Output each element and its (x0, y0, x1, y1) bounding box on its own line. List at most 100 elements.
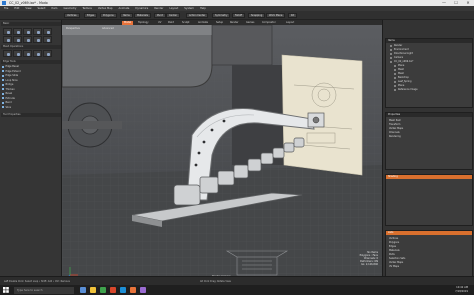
action-center-button[interactable]: Action Center (186, 13, 209, 18)
center-mode-button[interactable]: Center (166, 13, 181, 18)
menu-item[interactable]: Item (52, 7, 58, 10)
menu-layout[interactable]: Layout (169, 7, 178, 10)
element-move-icon[interactable] (43, 36, 52, 43)
edge-tools-header[interactable]: Edge Tools (1, 60, 61, 64)
extrude-tool-icon[interactable] (13, 50, 22, 57)
windows-start-icon[interactable] (3, 287, 9, 293)
viewport-view-label[interactable]: Perspective (66, 27, 80, 30)
tab-games[interactable]: Games (244, 21, 256, 25)
visibility-icon[interactable] (394, 84, 396, 87)
menu-texture[interactable]: Texture (82, 7, 92, 10)
list-item[interactable]: Vertex Maps (389, 261, 403, 265)
properties-header[interactable]: Properties (386, 113, 472, 117)
tool-panel-header[interactable]: Basic (1, 22, 61, 26)
symmetry-button[interactable]: Symmetry (212, 13, 231, 18)
scale-tool-icon[interactable] (23, 36, 32, 43)
list-item[interactable]: Materials (389, 249, 400, 253)
items-mode-button[interactable]: Items (120, 13, 133, 18)
taskbar-search-box[interactable]: Type here to search (14, 286, 74, 294)
tab-setup[interactable]: Setup (214, 21, 225, 25)
viewport-scene[interactable] (62, 25, 382, 285)
tree-item[interactable]: Environment (390, 48, 409, 52)
snapping-button[interactable]: Snapping (248, 13, 266, 18)
tree-item[interactable]: Reference Image (394, 88, 418, 92)
menu-vertex-map[interactable]: Vertex Map (98, 7, 113, 10)
app-purple-icon[interactable] (140, 287, 146, 293)
visibility-icon[interactable] (390, 48, 392, 51)
lists-header[interactable]: Lists (386, 231, 472, 235)
sphere-tool-icon[interactable] (13, 28, 22, 35)
tool-extrude[interactable]: Extrude (2, 97, 56, 101)
taskbar-clock[interactable]: 10:42 AM 7/18/2019 (455, 286, 468, 294)
tab-uv[interactable]: UV (156, 21, 163, 25)
tool-slice[interactable]: Slice (2, 106, 56, 110)
list-item[interactable]: Edges (389, 245, 396, 249)
bridge-tool-icon[interactable] (23, 50, 32, 57)
tool-properties-header[interactable]: Tool Properties (1, 113, 61, 117)
visibility-icon[interactable] (394, 88, 396, 91)
visibility-icon[interactable] (394, 76, 396, 79)
tab-topology[interactable]: Topology (136, 21, 151, 25)
shading-header[interactable]: Shading (386, 175, 472, 179)
tree-item[interactable]: Render (390, 44, 402, 48)
tool-edge-bevel[interactable]: Edge Bevel (2, 65, 56, 69)
rotate-tool-icon[interactable] (13, 36, 22, 43)
tree-item[interactable]: Plane (394, 64, 404, 68)
viewport-shading-label[interactable]: Advanced (102, 27, 114, 30)
vertices-mode-button[interactable]: Vertices (64, 13, 80, 18)
tree-item[interactable]: Backdrop (394, 76, 409, 80)
list-item[interactable]: Vertices (389, 237, 398, 241)
tree-item[interactable]: Leaf_Spring (394, 80, 411, 84)
bevel-tool-icon[interactable] (3, 50, 12, 57)
visibility-icon[interactable] (390, 52, 392, 55)
tab-paint[interactable]: Paint (166, 21, 176, 25)
work-plane-button[interactable]: Work Plane (266, 13, 286, 18)
tool-bend[interactable]: Bend (2, 101, 56, 105)
menu-geometry[interactable]: Geometry (63, 7, 76, 10)
menu-animate[interactable]: Animate (119, 7, 130, 10)
torus-tool-icon[interactable] (43, 28, 52, 35)
cone-tool-icon[interactable] (33, 28, 42, 35)
visibility-icon[interactable] (394, 80, 396, 83)
menu-file[interactable]: File (4, 7, 8, 10)
visibility-icon[interactable] (394, 72, 396, 75)
tool-edge-extend[interactable]: Edge Extend (2, 70, 56, 74)
tool-edge-slide[interactable]: Edge Slide (2, 74, 56, 78)
file-explorer-icon[interactable] (80, 287, 86, 293)
tab-model[interactable]: Model (122, 21, 134, 25)
menu-select[interactable]: Select (38, 7, 46, 10)
tree-item[interactable]: Mesh (394, 68, 404, 72)
tab-layout[interactable]: Layout (284, 21, 296, 25)
tool-loop-slice[interactable]: Loop Slice (2, 79, 56, 83)
list-item[interactable]: Parts (389, 253, 395, 257)
tree-item[interactable]: Directional Light (390, 52, 413, 56)
property-item[interactable]: Vertex Maps (389, 127, 403, 131)
tab-sculpt[interactable]: Sculpt (180, 21, 191, 25)
list-item[interactable]: UV Maps (389, 265, 399, 269)
app-red-icon[interactable] (110, 287, 116, 293)
tree-item[interactable]: Plane (394, 84, 404, 88)
smooth-tool-icon[interactable] (43, 50, 52, 57)
visibility-icon[interactable] (394, 68, 396, 71)
transform-tool-icon[interactable] (33, 36, 42, 43)
loop-slice-icon[interactable] (33, 50, 42, 57)
visibility-icon[interactable] (390, 56, 392, 59)
edges-mode-button[interactable]: Edges (84, 13, 98, 18)
tool-bridge[interactable]: Bridge (2, 83, 56, 87)
menu-dynamics[interactable]: Dynamics (135, 7, 148, 10)
menu-render[interactable]: Render (154, 7, 163, 10)
cylinder-tool-icon[interactable] (23, 28, 32, 35)
visibility-icon[interactable] (390, 44, 392, 47)
3d-viewport[interactable]: Perspective Advanced No Items Polygons :… (62, 25, 382, 285)
tool-bevel[interactable]: Bevel (2, 92, 56, 96)
menu-view[interactable]: View (25, 7, 31, 10)
move-tool-icon[interactable] (3, 36, 12, 43)
menu-system[interactable]: System (184, 7, 194, 10)
polygons-mode-button[interactable]: Polygons (100, 13, 117, 18)
mesh-operations-header[interactable]: Mesh Operations (1, 45, 61, 49)
menu-edit[interactable]: Edit (14, 7, 19, 10)
box-tool-icon[interactable] (3, 28, 12, 35)
tool-thicken[interactable]: Thicken (2, 88, 56, 92)
app-green-icon[interactable] (100, 287, 106, 293)
tree-item[interactable]: Mesh (394, 72, 404, 76)
